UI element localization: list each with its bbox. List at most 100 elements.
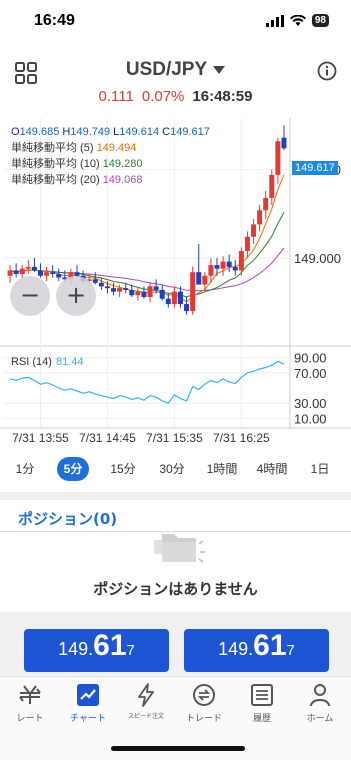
currency-pair-selector[interactable]: USD/JPY (0, 59, 351, 81)
history-icon (251, 684, 273, 706)
candle-body (13, 270, 19, 274)
quote-time: 16:48:59 (192, 88, 253, 105)
current-price-tag: 149.617 (292, 161, 338, 175)
candle-body (153, 286, 159, 290)
timeframe-1[interactable]: 5分 (57, 457, 89, 481)
chart-area[interactable]: 149.500149.00090.0070.0030.0010.007/31 1… (0, 118, 351, 450)
rsi-tick-label: 90.00 (294, 351, 327, 366)
candle-body (190, 272, 196, 312)
tab-rate[interactable]: レート (1, 683, 59, 729)
rsi-tick-label: 70.00 (294, 366, 327, 381)
ma20-value: 149.068 (102, 174, 143, 186)
tab-home-label: ホーム (306, 714, 334, 724)
open-label: O (11, 126, 20, 138)
timeframe-selector: 1分 5分 15分 30分 1時間 4時間 1日 (0, 457, 351, 483)
ma10-label: 単純移動平均 (10) (11, 158, 100, 170)
currency-pair-label: USD/JPY (125, 59, 208, 80)
candle-body (238, 250, 244, 271)
sell-price-suffix: 7 (126, 642, 135, 659)
bottom-tab-bar: レート チャート スピード注文 トレード 履歴 ホーム (0, 676, 351, 760)
candle-body (171, 291, 177, 305)
sell-price-prefix: 149. (58, 639, 94, 659)
candle-body (269, 174, 275, 198)
ma5-legend: 単純移動平均 (5) 149.494 (11, 140, 210, 156)
candle-body (257, 210, 263, 225)
tab-history[interactable]: 履歴 (233, 683, 291, 729)
tab-history-label: 履歴 (252, 714, 271, 724)
candle-body (141, 291, 147, 297)
time-tick-label: 7/31 15:35 (146, 431, 203, 445)
time-tick-label: 7/31 14:45 (79, 431, 136, 445)
ohlc-line: O149.685 H149.749 L149.614 C149.617 (11, 124, 210, 140)
candle-body (19, 268, 25, 274)
time-tick-label: 7/31 16:25 (213, 431, 270, 445)
timeframe-2[interactable]: 15分 (107, 457, 139, 481)
candle-body (92, 279, 98, 283)
quote-line: 0.111 0.07% 16:48:59 (0, 88, 351, 105)
candle-body (281, 137, 287, 149)
candle-body (31, 266, 37, 271)
close-label: C (162, 126, 171, 138)
signal-icon (265, 14, 284, 27)
candle-body (208, 265, 214, 276)
wifi-icon (289, 14, 306, 26)
lightning-icon (138, 683, 154, 707)
tab-speed-order[interactable]: スピード注文 (117, 683, 175, 729)
candle-body (251, 224, 257, 237)
candle-body (117, 288, 123, 292)
buy-price-suffix: 7 (286, 642, 295, 659)
tab-home[interactable]: ホーム (291, 683, 349, 729)
ma20-legend: 単純移動平均 (20) 149.068 (11, 172, 210, 188)
ma5-value: 149.494 (96, 142, 137, 154)
buy-price-prefix: 149. (218, 639, 254, 659)
buy-button[interactable]: 149.617 (184, 629, 329, 672)
ma5-label: 単純移動平均 (5) (11, 142, 94, 154)
candle-body (165, 298, 171, 305)
timeframe-4[interactable]: 1時間 (202, 457, 242, 481)
empty-folder-icon (154, 534, 205, 563)
status-bar: 16:49 98 (0, 0, 351, 44)
timeframe-6[interactable]: 1日 (307, 457, 333, 481)
candle-body (7, 270, 13, 276)
high-value: 149.749 (70, 126, 111, 138)
timeframe-5[interactable]: 4時間 (252, 457, 292, 481)
time-tick-label: 7/31 13:55 (12, 431, 69, 445)
low-value: 149.614 (119, 126, 160, 138)
battery-indicator: 98 (311, 14, 329, 27)
ma20-label: 単純移動平均 (20) (11, 174, 100, 186)
ma10-value: 149.280 (102, 158, 143, 170)
price-change-percent: 0.07% (141, 88, 185, 105)
rsi-tick-label: 10.00 (294, 411, 327, 426)
candle-body (244, 236, 250, 251)
candle-body (147, 286, 153, 297)
buy-price-main: 61 (253, 629, 287, 662)
rsi-legend: RSI (14) 81.44 (11, 356, 84, 368)
candle-body (111, 288, 117, 292)
trade-icon (193, 684, 215, 706)
info-icon[interactable] (317, 61, 337, 81)
timeframe-3[interactable]: 30分 (156, 457, 188, 481)
candle-body (50, 272, 56, 274)
person-icon (310, 684, 330, 707)
open-value: 149.685 (19, 126, 60, 138)
tab-trade[interactable]: トレード (175, 683, 233, 729)
zoom-in-button[interactable]: + (56, 276, 96, 316)
price-tick-label: 149.000 (294, 251, 341, 266)
candle-body (129, 289, 135, 296)
chart-icon (77, 684, 99, 706)
candle-body (98, 282, 104, 287)
positions-title[interactable]: ポジション(0) (18, 508, 117, 529)
ma10-legend: 単純移動平均 (10) 149.280 (11, 156, 210, 172)
header: USD/JPY 0.111 0.07% 16:48:59 (0, 52, 351, 122)
candle-body (214, 265, 220, 269)
yen-exchange-icon (19, 685, 41, 704)
candle-body (232, 266, 238, 271)
candle-body (44, 272, 50, 276)
zoom-out-button[interactable]: − (10, 276, 50, 316)
tab-trade-label: トレード (185, 714, 222, 724)
timeframe-0[interactable]: 1分 (12, 457, 38, 481)
candle-body (184, 304, 190, 312)
candle-body (135, 291, 141, 296)
sell-button[interactable]: 149.617 (24, 629, 169, 672)
tab-chart[interactable]: チャート (59, 683, 117, 729)
